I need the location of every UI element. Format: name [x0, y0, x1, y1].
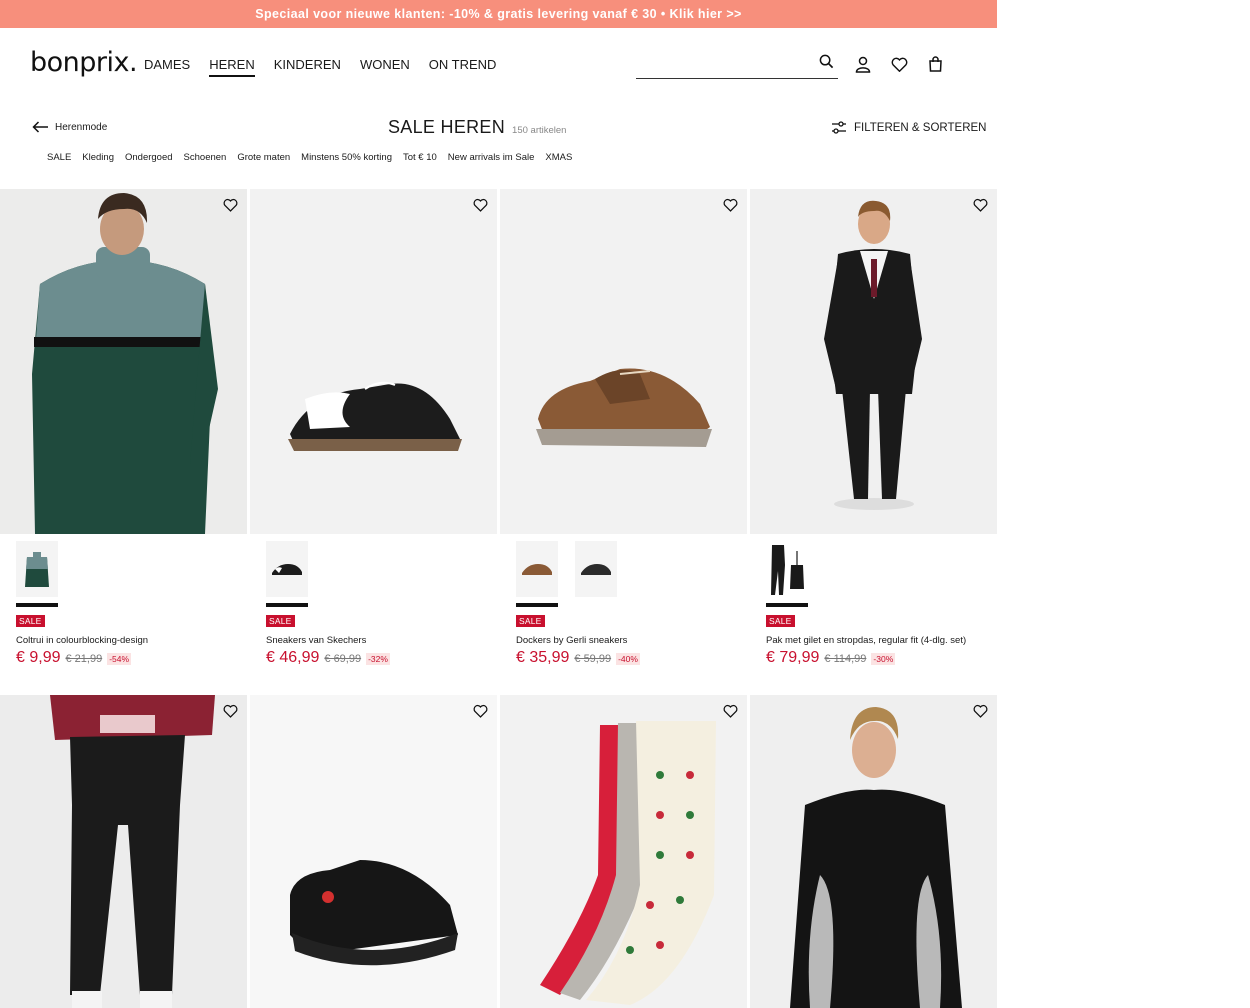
product-image[interactable]	[250, 189, 497, 534]
color-swatch[interactable]	[516, 541, 558, 607]
color-swatch[interactable]	[575, 541, 617, 607]
back-link[interactable]: Herenmode	[32, 121, 107, 133]
product-image[interactable]	[0, 695, 247, 1008]
subcat-kleding[interactable]: Kleding	[82, 152, 114, 163]
current-price: € 35,99	[516, 649, 570, 666]
sale-badge: SALE	[766, 615, 795, 627]
product-price: € 46,99 € 69,99 -32%	[266, 649, 390, 667]
promo-text: Speciaal voor nieuwe klanten: -10% & gra…	[255, 7, 742, 21]
discount-badge: -54%	[107, 653, 132, 665]
nav-kinderen[interactable]: KINDEREN	[274, 57, 341, 77]
discount-badge: -32%	[366, 653, 390, 665]
product-name[interactable]: Dockers by Gerli sneakers	[516, 635, 627, 646]
main-nav: DAMES HEREN KINDEREN WONEN ON TREND	[144, 57, 496, 77]
subcat-tot-10[interactable]: Tot € 10	[403, 152, 437, 163]
nav-wonen[interactable]: WONEN	[360, 57, 410, 77]
color-swatches	[766, 541, 808, 607]
nav-heren[interactable]: HEREN	[209, 57, 255, 77]
old-price: € 59,99	[574, 653, 612, 665]
product-name[interactable]: Pak met gilet en stropdas, regular fit (…	[766, 635, 966, 646]
filter-label: FILTEREN & SORTEREN	[854, 121, 987, 134]
logo[interactable]: bonprix.	[30, 47, 138, 78]
bag-icon[interactable]	[926, 55, 944, 73]
subcat-xmas[interactable]: XMAS	[545, 152, 572, 163]
header-icons	[854, 55, 944, 73]
wishlist-heart-icon[interactable]	[221, 702, 239, 720]
product-image[interactable]	[0, 189, 247, 534]
wishlist-heart-icon[interactable]	[471, 196, 489, 214]
subcat-minstens-50[interactable]: Minstens 50% korting	[301, 152, 392, 163]
product-image[interactable]	[750, 695, 997, 1008]
sale-badge: SALE	[516, 615, 545, 627]
arrow-left-icon	[32, 121, 48, 133]
current-price: € 79,99	[766, 649, 820, 666]
product-image[interactable]	[500, 189, 747, 534]
wishlist-heart-icon[interactable]	[721, 702, 739, 720]
wishlist-heart-icon[interactable]	[471, 702, 489, 720]
search-input[interactable]	[636, 50, 806, 76]
subcat-schoenen[interactable]: Schoenen	[184, 152, 227, 163]
subcat-grote-maten[interactable]: Grote maten	[237, 152, 290, 163]
back-label: Herenmode	[55, 121, 108, 133]
wishlist-heart-icon[interactable]	[971, 702, 989, 720]
wishlist-heart-icon[interactable]	[721, 196, 739, 214]
color-swatch[interactable]	[266, 541, 308, 607]
article-count: 150 artikelen	[512, 125, 567, 136]
page-title: SALE HEREN	[388, 117, 506, 137]
account-icon[interactable]	[854, 55, 872, 73]
current-price: € 46,99	[266, 649, 320, 666]
subcat-new-arrivals[interactable]: New arrivals im Sale	[448, 152, 535, 163]
color-swatch[interactable]	[16, 541, 58, 607]
wishlist-heart-icon[interactable]	[221, 196, 239, 214]
product-price: € 79,99 € 114,99 -30%	[766, 649, 896, 667]
filter-sort-button[interactable]: FILTEREN & SORTEREN	[831, 121, 987, 134]
product-name[interactable]: Sneakers van Skechers	[266, 635, 366, 646]
product-image[interactable]	[250, 695, 497, 1008]
wishlist-heart-icon[interactable]	[971, 196, 989, 214]
color-swatches	[16, 541, 58, 607]
search-icon[interactable]	[819, 54, 834, 74]
product-name[interactable]: Coltrui in colourblocking-design	[16, 635, 148, 646]
product-price: € 9,99 € 21,99 -54%	[16, 649, 132, 667]
product-image[interactable]	[750, 189, 997, 534]
header: bonprix. DAMES HEREN KINDEREN WONEN ON T…	[0, 28, 997, 100]
product-image[interactable]	[500, 695, 747, 1008]
wishlist-icon[interactable]	[890, 55, 908, 73]
current-price: € 9,99	[16, 649, 61, 666]
old-price: € 69,99	[324, 653, 362, 665]
filter-icon	[832, 121, 846, 134]
color-swatch[interactable]	[766, 541, 808, 607]
discount-badge: -30%	[871, 653, 896, 665]
subcat-ondergoed[interactable]: Ondergoed	[125, 152, 173, 163]
sale-badge: SALE	[266, 615, 295, 627]
old-price: € 21,99	[65, 653, 103, 665]
old-price: € 114,99	[824, 653, 867, 665]
color-swatches	[266, 541, 308, 607]
nav-on-trend[interactable]: ON TREND	[429, 57, 497, 77]
subcategory-nav: SALE Kleding Ondergoed Schoenen Grote ma…	[47, 152, 572, 163]
subcat-sale[interactable]: SALE	[47, 152, 71, 163]
product-price: € 35,99 € 59,99 -40%	[516, 649, 640, 667]
page-title-block: SALE HEREN 150 artikelen	[388, 117, 566, 138]
discount-badge: -40%	[616, 653, 640, 665]
color-swatches	[516, 541, 617, 607]
sale-badge: SALE	[16, 615, 45, 627]
nav-dames[interactable]: DAMES	[144, 57, 190, 77]
search-bar	[636, 50, 838, 79]
promo-banner[interactable]: Speciaal voor nieuwe klanten: -10% & gra…	[0, 0, 997, 28]
